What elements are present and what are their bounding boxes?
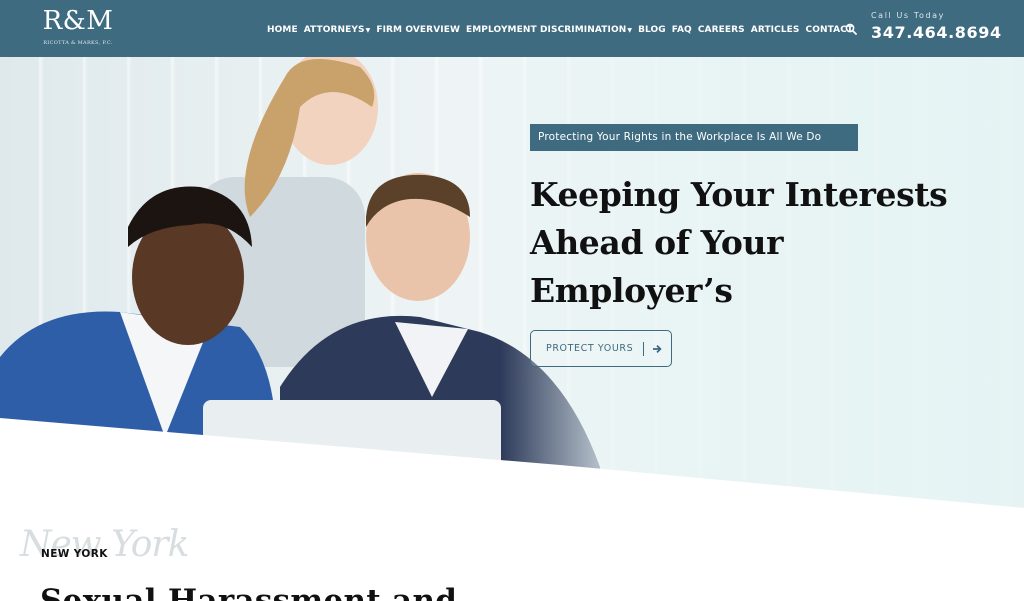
hero-title-line: Employer’s <box>530 271 733 310</box>
nav-item-label: ATTORNEYS <box>303 25 365 35</box>
protect-yours-button[interactable]: PROTECT YOURS <box>530 330 672 367</box>
logo-subtext: RICOTTA & MARKS, P.C. <box>43 40 113 46</box>
nav-item-firm-overview[interactable]: FIRM OVERVIEW <box>376 25 460 35</box>
logo[interactable]: R&M RICOTTA & MARKS, P.C. <box>36 6 120 50</box>
main-nav: HOME ATTORNEYS ▼ FIRM OVERVIEW EMPLOYMENT… <box>267 23 859 37</box>
site-header: R&M RICOTTA & MARKS, P.C. HOME ATTORNEYS… <box>0 0 1024 57</box>
nav-item-careers[interactable]: CAREERS <box>698 25 745 35</box>
nav-item-label: CAREERS <box>697 25 745 35</box>
search-icon[interactable] <box>845 23 857 35</box>
nav-item-label: BLOG <box>638 25 666 35</box>
logo-mark: R&M <box>42 6 114 36</box>
hero-title-line: Keeping Your Interests <box>530 175 948 214</box>
section-kicker: NEW YORK <box>41 548 108 560</box>
protect-yours-label: PROTECT YOURS <box>546 343 634 354</box>
nav-item-faq[interactable]: FAQ <box>672 25 692 35</box>
nav-item-employment-discrimination[interactable]: EMPLOYMENT DISCRIMINATION ▼ <box>466 25 632 35</box>
nav-item-attorneys[interactable]: ATTORNEYS ▼ <box>304 25 371 35</box>
hero-title-line: Ahead of Your <box>530 223 784 262</box>
nav-item-label: FIRM OVERVIEW <box>376 25 460 35</box>
hero-title: Keeping Your Interests Ahead of Your Emp… <box>530 171 950 315</box>
nav-item-label: EMPLOYMENT DISCRIMINATION <box>466 25 627 35</box>
nav-item-label: ARTICLES <box>750 25 800 35</box>
call-us-label: Call Us Today <box>871 11 945 20</box>
arrow-right-icon <box>653 344 662 353</box>
button-divider <box>643 341 645 356</box>
chevron-down-icon: ▼ <box>365 26 371 34</box>
hero-diagonal-divider <box>0 418 1024 530</box>
section-heading: Sexual Harassment and <box>40 583 458 601</box>
nav-item-blog[interactable]: BLOG <box>638 25 666 35</box>
nav-item-label: FAQ <box>671 25 692 35</box>
hero-tagline: Protecting Your Rights in the Workplace … <box>530 124 858 151</box>
phone-link[interactable]: 347.464.8694 <box>871 23 1002 42</box>
nav-item-label: HOME <box>267 25 298 35</box>
chevron-down-icon: ▼ <box>627 26 633 34</box>
nav-item-articles[interactable]: ARTICLES <box>751 25 800 35</box>
nav-item-home[interactable]: HOME <box>267 25 298 35</box>
